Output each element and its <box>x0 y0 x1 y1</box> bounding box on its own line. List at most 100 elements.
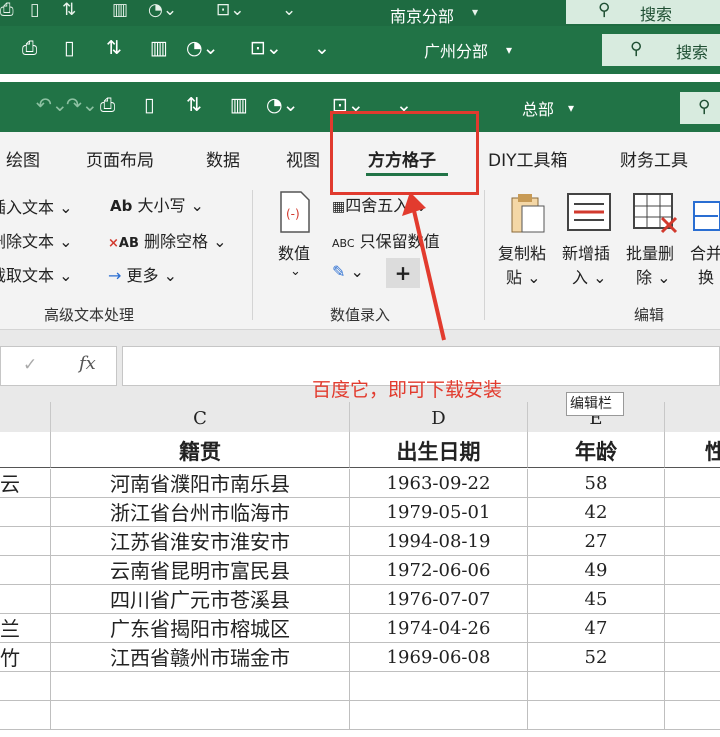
tab-data[interactable]: 数据 <box>206 146 240 171</box>
column-header-c[interactable]: C <box>51 402 350 432</box>
print-preview-icon[interactable]: ⎙ <box>0 2 14 19</box>
numeric-button[interactable]: (-) <box>277 190 313 238</box>
table-cell[interactable] <box>0 556 51 585</box>
table-cell[interactable] <box>665 585 720 614</box>
enter-check-icon[interactable]: ✓ <box>23 355 37 375</box>
sort-icon[interactable]: ⇅ <box>62 2 76 19</box>
table-cell[interactable]: 竹 <box>0 643 51 672</box>
table-cell[interactable]: 45 <box>528 585 665 614</box>
print-preview-icon[interactable]: ⎙ <box>22 39 37 58</box>
batch-delete-dropdown[interactable]: 除 ⌄ <box>636 264 671 288</box>
chart-icon[interactable]: ▥ <box>112 2 128 19</box>
table-cell[interactable]: 47 <box>528 614 665 643</box>
text-box-icon[interactable]: ⊡⌄ <box>250 39 282 58</box>
tab-finance-tools[interactable]: 财务工具 <box>620 146 688 171</box>
merge-button[interactable]: 合并 <box>690 240 720 264</box>
table-cell[interactable] <box>665 527 720 556</box>
tab-diy-toolbox[interactable]: DIY工具箱 <box>488 146 568 171</box>
shapes-icon[interactable]: ◔⌄ <box>186 39 219 58</box>
copy-paste-dropdown[interactable]: 贴 ⌄ <box>506 264 541 288</box>
table-cell[interactable] <box>665 672 720 701</box>
table-cell[interactable] <box>0 527 51 556</box>
title-dropdown-icon[interactable]: ▾ <box>568 102 574 114</box>
table-cell[interactable] <box>665 469 720 498</box>
table-cell[interactable]: 42 <box>528 498 665 527</box>
merge-dropdown[interactable]: 换 <box>698 264 714 288</box>
table-cell[interactable] <box>350 672 528 701</box>
table-cell[interactable] <box>665 643 720 672</box>
table-cell[interactable] <box>51 672 350 701</box>
table-cell[interactable] <box>0 498 51 527</box>
column-header-b[interactable] <box>0 402 51 432</box>
print-preview-icon[interactable]: ⎙ <box>100 96 115 115</box>
table-cell[interactable]: 49 <box>528 556 665 585</box>
chevron-down-icon[interactable]: ⌄ <box>290 264 301 279</box>
table-cell[interactable]: 52 <box>528 643 665 672</box>
new-insert-button[interactable]: 新增插 <box>562 240 610 264</box>
undo-icon[interactable]: ↶⌄ <box>36 96 68 115</box>
column-header-d[interactable]: D <box>350 402 528 432</box>
table-cell[interactable]: 云 <box>0 469 51 498</box>
table-cell[interactable] <box>0 672 51 701</box>
table-header-cell[interactable]: 出生日期 <box>350 432 528 468</box>
batch-delete-button[interactable]: 批量删 <box>626 240 674 264</box>
table-cell[interactable]: 江苏省淮安市淮安市 <box>51 527 350 556</box>
table-cell[interactable]: 云南省昆明市富民县 <box>51 556 350 585</box>
table-cell[interactable] <box>665 614 720 643</box>
table-cell[interactable] <box>0 701 51 730</box>
text-box-icon[interactable]: ⊡⌄ <box>216 2 245 19</box>
new-insert-dropdown[interactable]: 入 ⌄ <box>572 264 607 288</box>
table-header-cell[interactable]: 性 <box>665 432 720 468</box>
shapes-icon[interactable]: ◔⌄ <box>266 96 299 115</box>
insert-function-icon[interactable]: fx <box>79 353 96 374</box>
table-cell[interactable] <box>665 556 720 585</box>
table-cell[interactable]: 1976-07-07 <box>350 585 528 614</box>
table-cell[interactable]: 1974-04-26 <box>350 614 528 643</box>
new-doc-icon[interactable]: ▯ <box>64 39 74 58</box>
table-cell[interactable]: 1979-05-01 <box>350 498 528 527</box>
tab-view[interactable]: 视图 <box>286 146 320 171</box>
new-doc-icon[interactable]: ▯ <box>30 2 39 19</box>
more-button[interactable]: → 更多 ⌄ <box>108 262 177 286</box>
column-header-f[interactable] <box>665 402 720 432</box>
tab-draw[interactable]: 绘图 <box>6 146 40 171</box>
table-cell[interactable] <box>350 701 528 730</box>
table-cell[interactable] <box>528 672 665 701</box>
table-cell[interactable] <box>528 701 665 730</box>
table-cell[interactable]: 浙江省台州市临海市 <box>51 498 350 527</box>
sort-icon[interactable]: ⇅ <box>186 96 202 115</box>
chart-icon[interactable]: ▥ <box>150 39 168 58</box>
chart-icon[interactable]: ▥ <box>230 96 248 115</box>
table-cell[interactable]: 27 <box>528 527 665 556</box>
redo-icon[interactable]: ↷⌄ <box>66 96 98 115</box>
table-cell[interactable]: 58 <box>528 469 665 498</box>
customize-qa-icon[interactable]: ⌄ <box>314 39 330 58</box>
extract-text-button[interactable]: 截取文本 ⌄ <box>0 262 73 286</box>
tab-page-layout[interactable]: 页面布局 <box>86 146 154 171</box>
edit-cell-button[interactable]: ✎ ⌄ <box>332 262 364 281</box>
sort-icon[interactable]: ⇅ <box>106 39 122 58</box>
table-cell[interactable]: 广东省揭阳市榕城区 <box>51 614 350 643</box>
insert-text-button[interactable]: 插入文本 ⌄ <box>0 194 73 218</box>
title-dropdown-icon[interactable]: ▾ <box>472 6 478 18</box>
table-cell[interactable] <box>665 498 720 527</box>
table-cell[interactable]: 1994-08-19 <box>350 527 528 556</box>
new-doc-icon[interactable]: ▯ <box>144 96 154 115</box>
delete-space-button[interactable]: ×AB 删除空格 ⌄ <box>108 228 227 252</box>
table-cell[interactable]: 江西省赣州市瑞金市 <box>51 643 350 672</box>
search-box[interactable]: ⚲ 搜索 <box>566 0 720 24</box>
customize-qa-icon[interactable]: ⌄ <box>282 2 296 19</box>
table-cell[interactable] <box>0 585 51 614</box>
copy-paste-button[interactable]: 复制粘 <box>498 240 546 264</box>
table-header-cell[interactable]: 年龄 <box>528 432 665 468</box>
table-cell[interactable]: 1963-09-22 <box>350 469 528 498</box>
table-cell[interactable]: 1972-06-06 <box>350 556 528 585</box>
search-box[interactable]: ⚲ <box>680 92 720 124</box>
table-cell[interactable]: 河南省濮阳市南乐县 <box>51 469 350 498</box>
search-box[interactable]: ⚲ 搜索 <box>602 34 720 66</box>
table-cell[interactable]: 四川省广元市苍溪县 <box>51 585 350 614</box>
table-header-cell[interactable] <box>0 432 51 468</box>
table-cell[interactable] <box>51 701 350 730</box>
table-cell[interactable]: 兰 <box>0 614 51 643</box>
title-dropdown-icon[interactable]: ▾ <box>506 44 512 56</box>
